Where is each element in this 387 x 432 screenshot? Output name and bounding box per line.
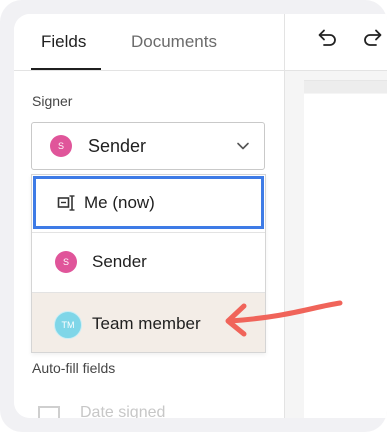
- document-page: [304, 94, 387, 418]
- me-now-icon: [57, 195, 75, 211]
- signer-label: Signer: [32, 93, 73, 109]
- dropdown-option-me-now[interactable]: Me (now): [33, 176, 264, 229]
- tab-fields[interactable]: Fields: [41, 32, 86, 52]
- redo-icon[interactable]: [361, 27, 385, 49]
- autofill-item-date-signed[interactable]: Date signed: [38, 404, 238, 418]
- dropdown-option-label: Sender: [92, 252, 147, 271]
- editor-panel: Fields Documents Signer S Sender Me (now…: [14, 14, 387, 418]
- dropdown-option-label: Me (now): [84, 193, 155, 212]
- undo-icon[interactable]: [315, 27, 339, 49]
- sidebar-tabs: Fields Documents: [14, 14, 285, 71]
- pointer-arrow-annotation: [225, 300, 343, 337]
- document-header-strip: [304, 80, 387, 93]
- editor-toolbar: [285, 14, 387, 71]
- dropdown-option-sender[interactable]: S Sender: [32, 233, 265, 291]
- document-canvas: [285, 71, 387, 418]
- active-tab-indicator: [31, 68, 101, 70]
- fields-sidebar: Fields Documents Signer S Sender Me (now…: [14, 14, 285, 418]
- tab-documents[interactable]: Documents: [131, 32, 217, 52]
- avatar: TM: [54, 311, 82, 339]
- signer-select-value: Sender: [88, 136, 147, 156]
- screenshot-frame: Fields Documents Signer S Sender Me (now…: [0, 0, 387, 432]
- signer-select[interactable]: S Sender: [31, 122, 265, 170]
- autofill-label: Auto-fill fields: [32, 360, 116, 376]
- avatar: S: [50, 135, 72, 157]
- autofill-item-label: Date signed: [80, 404, 166, 418]
- calendar-icon: [38, 406, 60, 418]
- chevron-down-icon: [237, 142, 249, 150]
- dropdown-option-label: Team member: [92, 314, 201, 333]
- avatar: S: [55, 251, 77, 273]
